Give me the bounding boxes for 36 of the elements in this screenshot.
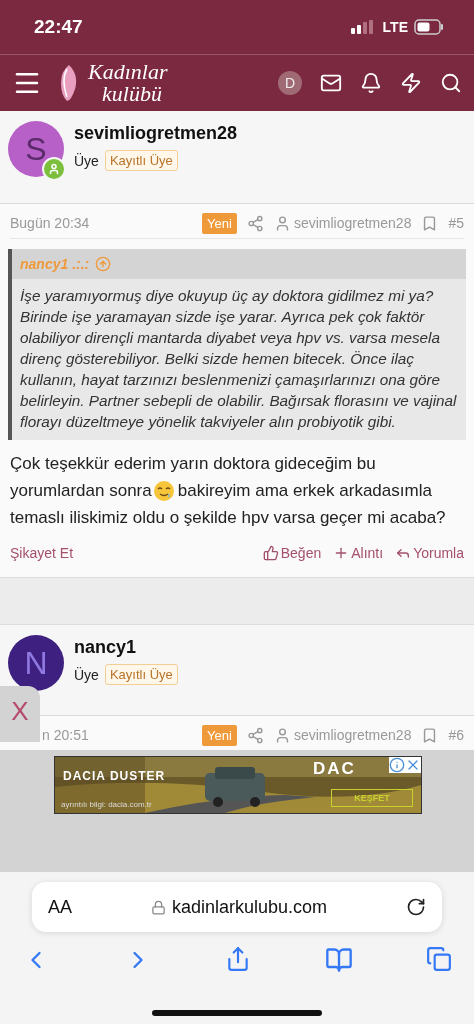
post-date[interactable]: Bugün 20:34 bbox=[10, 215, 90, 231]
author-name[interactable]: nancy1 bbox=[74, 637, 178, 658]
user-role: Üye bbox=[74, 666, 99, 683]
user-avatar: N bbox=[8, 635, 64, 691]
user-avatar: S bbox=[8, 121, 64, 177]
post-text: temaslı iliskimiz oldu o şekilde hpv varsa geçer mi acaba? bbox=[10, 507, 446, 529]
report-link[interactable]: Şikayet Et bbox=[10, 545, 74, 561]
new-badge: Yeni bbox=[202, 212, 237, 234]
close-ad-button[interactable]: X bbox=[0, 686, 40, 742]
network-label: LTE bbox=[382, 19, 408, 35]
text-size-button[interactable]: AA bbox=[48, 896, 72, 918]
like-button[interactable]: Beğen bbox=[262, 545, 322, 561]
thread-author[interactable]: sevimliogretmen28 bbox=[293, 727, 412, 743]
thread-author[interactable]: sevimliogretmen28 bbox=[293, 215, 412, 231]
user-title-badge: Kayıtlı Üye bbox=[104, 150, 178, 171]
user-role: Üye bbox=[74, 152, 99, 169]
quote-text: İşe yaramıyormuş diye okuyup üç ay doktora gidilmez mi ya? Birinde işe yaramayan sizde işe yarar. Ayrıca pek çok faktör olabiliyor dirençli mantarda diyabet veya hpv vs. varsa mesela direnç gösterebiliyor. Belki sizde hemen bitecek. Önce ilaç kullanın, hayat tarzınızı beslenmenizi çamaşırlarınızı ona göre belirleyin. Partner sebepli de olabilir. Bağırsak florasını ve vajinal florayı düzeltmeye yönelik takviyeler alın probiyotik gibi. bbox=[19, 286, 458, 432]
reply-button[interactable]: Yorumla bbox=[395, 545, 464, 561]
post-date[interactable]: n 20:51 bbox=[42, 727, 89, 743]
site-logo[interactable]: Kadınlar kulübü bbox=[56, 61, 168, 105]
quote-button[interactable]: Alıntı bbox=[333, 545, 384, 561]
author-name[interactable]: sevimliogretmen28 bbox=[74, 123, 238, 144]
post-number[interactable]: #6 bbox=[448, 727, 464, 743]
new-badge: Yeni bbox=[202, 724, 237, 746]
post-text: yorumlardan sonra bbox=[10, 480, 152, 502]
ad-logo: DAC bbox=[313, 759, 356, 779]
ad-disclaimer: ayrıntılı bilgi: dacia.com.tr bbox=[61, 800, 152, 809]
post-number[interactable]: #5 bbox=[448, 215, 464, 231]
post-text: Çok teşekkür ederim yarın doktora gideceğim bu bbox=[10, 453, 376, 475]
status-time: 22:47 bbox=[34, 16, 83, 38]
url-text[interactable]: kadinlarkulubu.com bbox=[171, 896, 328, 918]
account-avatar[interactable]: D bbox=[278, 71, 302, 95]
post-text: bakireyim ama erkek arkadasımla bbox=[177, 480, 432, 502]
ad-headline: DACIA DUSTER bbox=[63, 769, 166, 783]
address-bar[interactable]: AA kadinlarkulubu.com bbox=[32, 882, 442, 932]
user-title-badge: Kayıtlı Üye bbox=[104, 664, 178, 685]
